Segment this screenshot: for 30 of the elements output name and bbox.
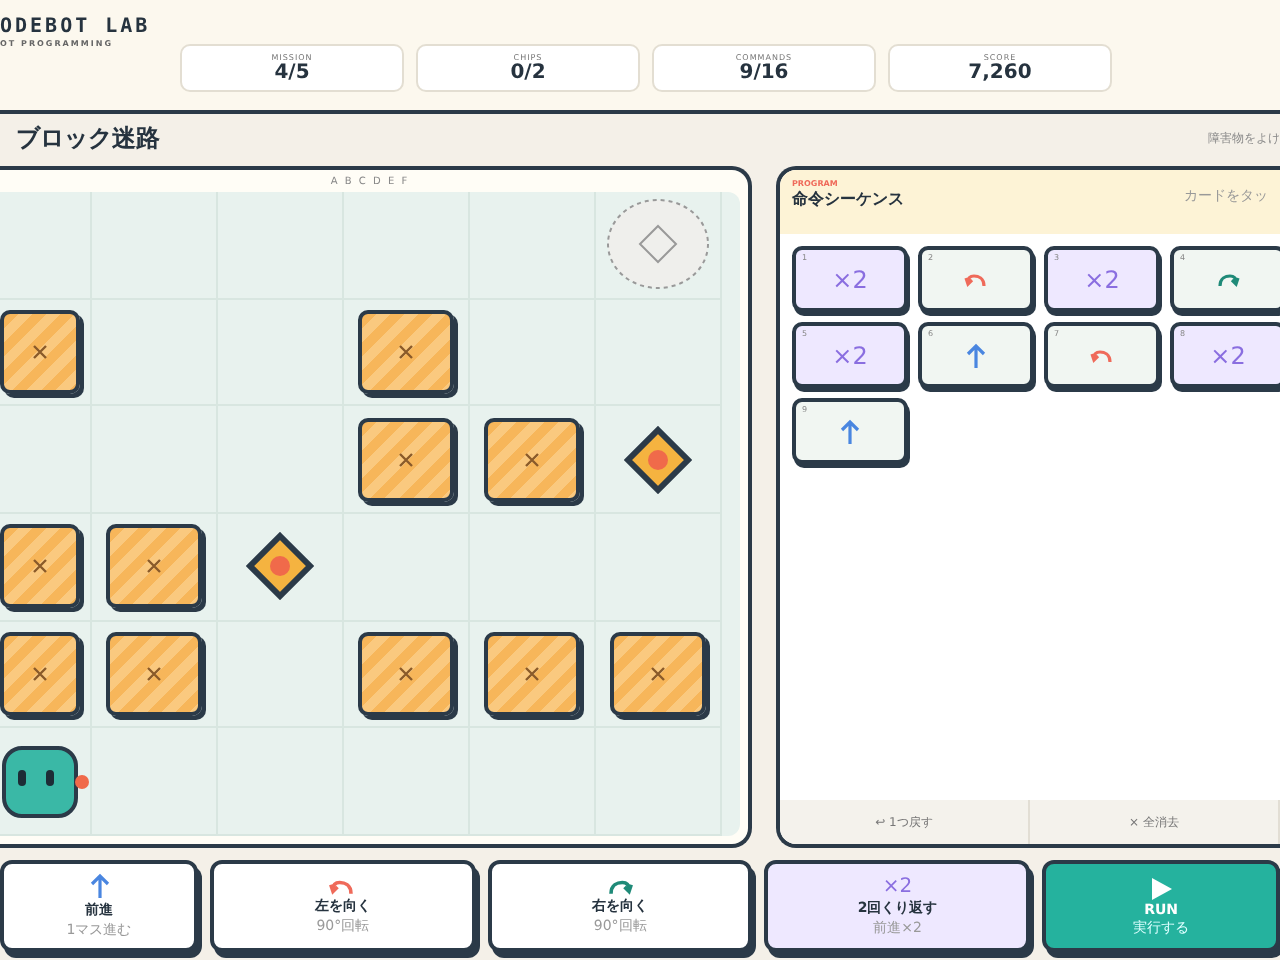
turn-right-icon (606, 877, 635, 895)
up-arrow-icon (966, 341, 986, 369)
x-mark-icon (146, 665, 162, 682)
x-mark-icon (146, 558, 162, 575)
board-cell (218, 192, 344, 300)
x-mark-icon (32, 558, 48, 575)
x-mark-icon (398, 665, 414, 682)
x-mark-icon (398, 451, 414, 468)
x-mark-icon (32, 343, 48, 360)
turn-left-icon (1090, 347, 1114, 363)
x-mark-icon (32, 665, 48, 682)
robot-icon (2, 745, 90, 818)
x-mark-icon (524, 451, 540, 468)
x-mark-icon (524, 665, 540, 682)
board-cell (218, 728, 344, 836)
board-cell (92, 192, 218, 300)
turn-right-icon (1216, 271, 1240, 287)
chip-icon (246, 532, 314, 601)
turn-left-icon (964, 271, 988, 287)
chip-icon (624, 425, 692, 494)
stage-title: ブロック迷路 (16, 121, 160, 155)
turn-left-icon (328, 877, 357, 895)
goal-icon (606, 198, 710, 291)
up-arrow-icon (89, 872, 110, 900)
x-mark-icon (650, 665, 666, 682)
program-title: 命令シーケンス (792, 188, 904, 210)
app-title: ODEBOT LAB (0, 16, 153, 38)
up-arrow-icon (840, 417, 860, 445)
x-mark-icon (398, 343, 414, 360)
play-icon (1149, 875, 1174, 901)
